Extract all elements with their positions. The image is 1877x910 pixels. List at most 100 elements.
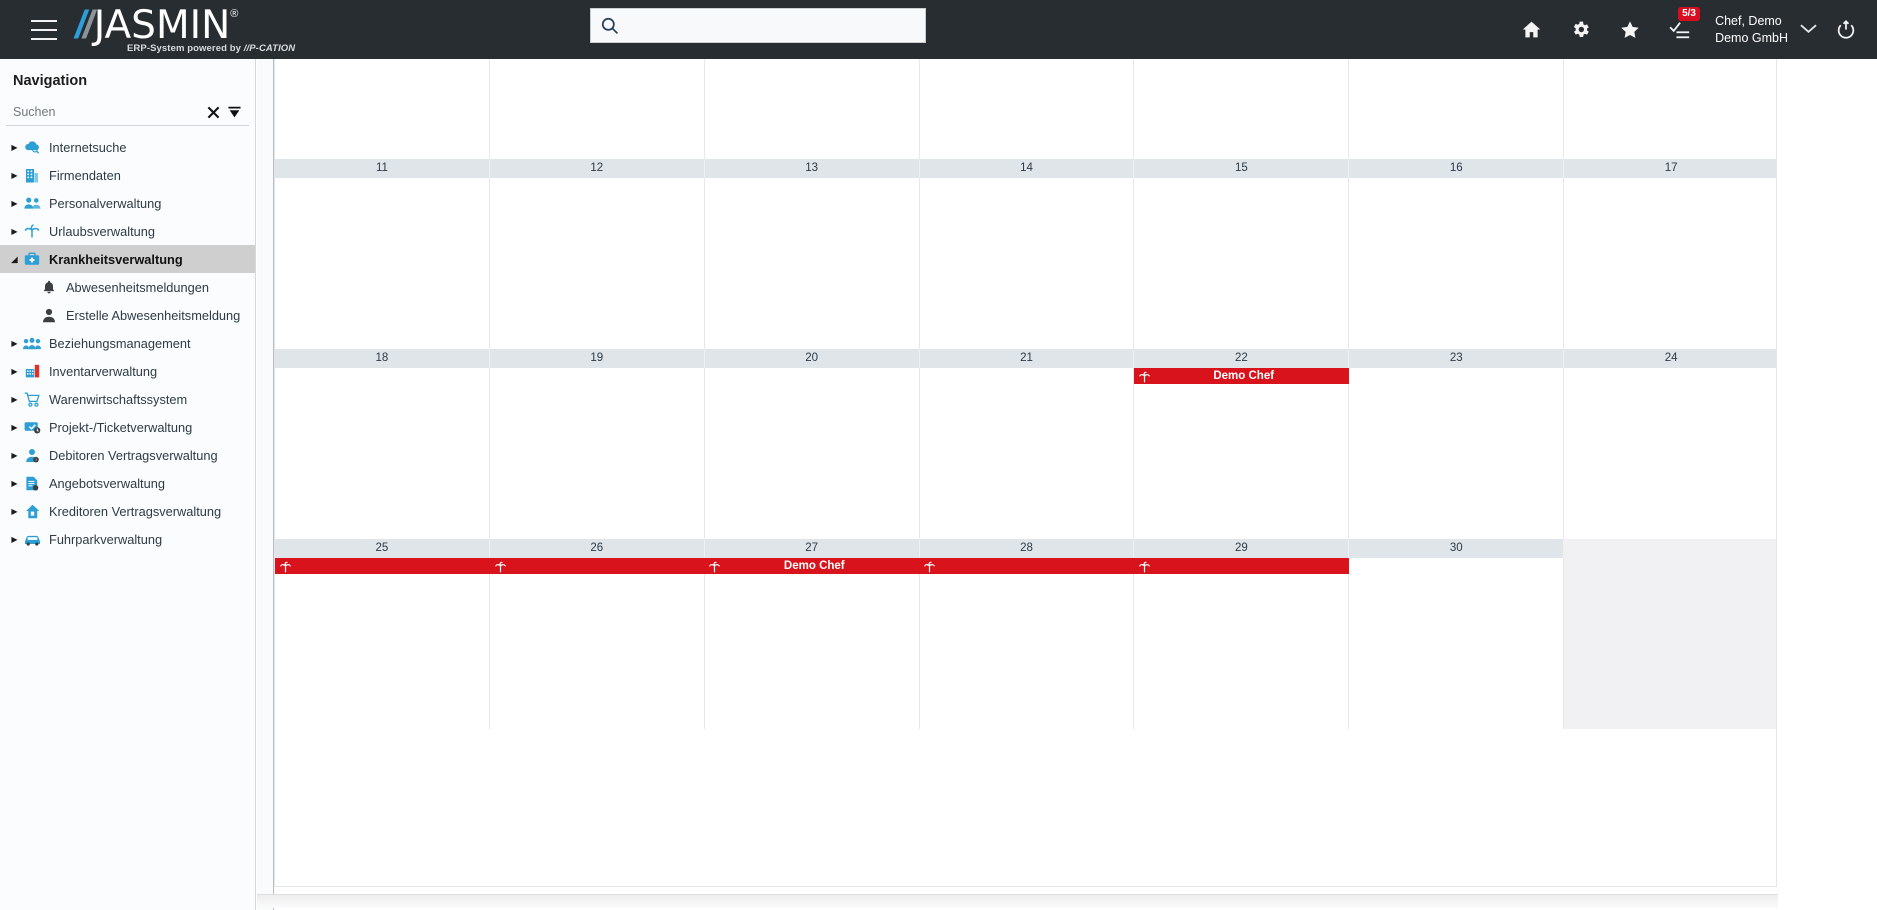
calendar-day-cell[interactable] xyxy=(919,368,1135,539)
calendar-daynumber[interactable]: 28 xyxy=(920,539,1135,558)
hamburger-menu-icon[interactable] xyxy=(31,19,57,40)
hamburger-line xyxy=(31,37,57,40)
home-icon[interactable] xyxy=(1521,19,1542,40)
sidebar-item-debitoren-vertragsverwaltung[interactable]: ▶ i Debitoren Vertragsverwaltung xyxy=(0,441,255,469)
sidebar-item-urlaubsverwaltung[interactable]: ▶ Urlaubsverwaltung xyxy=(0,217,255,245)
calendar-day-cell[interactable] xyxy=(919,558,1135,729)
sidebar-item-personalverwaltung[interactable]: ▶ Personalverwaltung xyxy=(0,189,255,217)
close-x-icon[interactable] xyxy=(207,106,220,119)
calendar-daynumber[interactable]: 25 xyxy=(275,539,490,558)
sidebar-item-firmendaten[interactable]: ▶ Firmendaten xyxy=(0,161,255,189)
calendar-day-cell[interactable] xyxy=(1134,368,1350,539)
calendar-event-bar[interactable]: Demo Chef xyxy=(275,558,1349,574)
calendar-day-cell[interactable] xyxy=(275,59,490,159)
calendar-day-cell[interactable] xyxy=(489,558,705,729)
navigation-search-input[interactable] xyxy=(6,105,207,119)
calendar-daynumber[interactable]: 17 xyxy=(1564,159,1776,178)
calendar-day-cell[interactable] xyxy=(704,368,920,539)
sidebar-item-kreditoren-vertragsverwaltung[interactable]: ▶ Kreditoren Vertragsverwaltung xyxy=(0,497,255,525)
home-contract-icon xyxy=(21,504,43,519)
calendar-month-grid[interactable]: 11 12 13 14 15 16 17 18 19 20 21 22 23 24 Demo Chef 25… xyxy=(274,59,1777,865)
navigation-sidebar: Navigation ▶ xyxy=(0,59,256,910)
expand-arrow-icon[interactable]: ▶ xyxy=(8,227,21,236)
sidebar-item-krankheitsverwaltung[interactable]: ◢ Krankheitsverwaltung xyxy=(0,245,255,273)
expand-arrow-icon[interactable]: ▶ xyxy=(8,479,21,488)
calendar-day-cell[interactable] xyxy=(919,178,1135,349)
global-search-input[interactable] xyxy=(619,9,925,42)
calendar-day-cell[interactable] xyxy=(704,178,920,349)
calendar-day-cell[interactable] xyxy=(1349,368,1565,539)
calendar-day-cell[interactable] xyxy=(1134,178,1350,349)
sidebar-item-beziehungsmanagement[interactable]: ▶ Beziehungsmanagement xyxy=(0,329,255,357)
calendar-daynumber[interactable]: 19 xyxy=(490,349,705,368)
calendar-day-cell[interactable] xyxy=(275,368,490,539)
calendar-daynumber[interactable]: 29 xyxy=(1134,539,1350,558)
star-icon[interactable] xyxy=(1619,19,1641,41)
sidebar-item-angebotsverwaltung[interactable]: ▶ Angebotsverwaltung xyxy=(0,469,255,497)
calendar-daynumber[interactable]: 12 xyxy=(490,159,705,178)
tasks-checklist-icon[interactable]: 5/3 xyxy=(1669,6,1700,40)
calendar-daynumber[interactable]: 30 xyxy=(1349,539,1565,558)
calendar-daynumber[interactable]: 18 xyxy=(275,349,490,368)
calendar-event-bar[interactable]: Demo Chef xyxy=(1133,368,1349,384)
calendar-day-cell[interactable] xyxy=(919,59,1135,159)
user-info-block[interactable]: Chef, Demo Demo GmbH xyxy=(1715,13,1788,47)
expand-arrow-icon[interactable]: ▶ xyxy=(8,143,21,152)
calendar-day-cell[interactable] xyxy=(489,178,705,349)
expand-arrow-icon[interactable]: ▶ xyxy=(8,171,21,180)
sidebar-item-projekt-ticketverwaltung[interactable]: ▶ Projekt-/Ticketverwaltung xyxy=(0,413,255,441)
expand-arrow-icon[interactable]: ▶ xyxy=(8,451,21,460)
expand-arrow-icon[interactable]: ▶ xyxy=(8,199,21,208)
calendar-daynumber[interactable]: 21 xyxy=(920,349,1135,368)
calendar-day-cell[interactable] xyxy=(489,368,705,539)
calendar-daynumber[interactable]: 11 xyxy=(275,159,490,178)
calendar-daynumber[interactable]: 26 xyxy=(490,539,705,558)
calendar-day-cell[interactable] xyxy=(1134,558,1350,729)
calendar-day-cell[interactable] xyxy=(1564,368,1776,539)
global-search-box[interactable] xyxy=(590,8,926,43)
user-contract-icon: i xyxy=(21,448,43,463)
calendar-daynumber[interactable]: 14 xyxy=(920,159,1135,178)
sidebar-item-fuhrparkverwaltung[interactable]: ▶ Fuhrparkverwaltung xyxy=(0,525,255,553)
gear-icon[interactable] xyxy=(1570,19,1591,40)
expand-arrow-icon[interactable]: ▶ xyxy=(8,535,21,544)
calendar-daynumber[interactable]: 23 xyxy=(1349,349,1565,368)
calendar-day-cell[interactable] xyxy=(704,558,920,729)
calendar-day-cell[interactable] xyxy=(1349,59,1565,159)
sidebar-item-erstelle-abwesenheitsmeldung[interactable]: Erstelle Abwesenheitsmeldung xyxy=(0,301,255,329)
calendar-day-cell[interactable] xyxy=(275,178,490,349)
navigation-title: Navigation xyxy=(13,73,88,89)
collapse-arrow-icon[interactable]: ◢ xyxy=(8,255,21,264)
calendar-day-cell[interactable] xyxy=(1349,178,1565,349)
expand-arrow-icon[interactable]: ▶ xyxy=(8,367,21,376)
app-logo[interactable]: / / JASMIN ® ERP-System powered by //P-C… xyxy=(75,6,295,54)
calendar-daynumber[interactable]: 15 xyxy=(1134,159,1350,178)
calendar-day-cell[interactable] xyxy=(1134,59,1350,159)
collapse-all-icon[interactable] xyxy=(228,106,241,119)
power-icon[interactable] xyxy=(1835,19,1857,41)
calendar-daynumber[interactable]: 24 xyxy=(1564,349,1776,368)
expand-arrow-icon[interactable]: ▶ xyxy=(8,423,21,432)
calendar-day-cell[interactable] xyxy=(704,59,920,159)
sidebar-item-internetsuche[interactable]: ▶ Internetsuche xyxy=(0,133,255,161)
logo-tagline: ERP-System powered by //P-CATION xyxy=(127,43,295,54)
calendar-daynumber[interactable]: 13 xyxy=(705,159,920,178)
sidebar-item-warenwirtschaftssystem[interactable]: ▶ Warenwirtschaftssystem xyxy=(0,385,255,413)
expand-arrow-icon[interactable]: ▶ xyxy=(8,339,21,348)
calendar-daynumber[interactable]: 20 xyxy=(705,349,920,368)
expand-arrow-icon[interactable]: ▶ xyxy=(8,395,21,404)
calendar-daynumber[interactable]: 16 xyxy=(1349,159,1565,178)
calendar-day-cell[interactable] xyxy=(1349,558,1565,729)
calendar-day-cell[interactable] xyxy=(1564,178,1776,349)
sidebar-item-label: Urlaubsverwaltung xyxy=(49,223,155,239)
calendar-week-row xyxy=(275,59,1776,159)
calendar-daynumber[interactable]: 27 xyxy=(705,539,920,558)
calendar-daynumber[interactable]: 22 xyxy=(1134,349,1350,368)
calendar-day-cell[interactable] xyxy=(275,558,490,729)
sidebar-item-inventarverwaltung[interactable]: ▶ Inventarverwaltung xyxy=(0,357,255,385)
expand-arrow-icon[interactable]: ▶ xyxy=(8,507,21,516)
calendar-day-cell[interactable] xyxy=(1564,59,1776,159)
calendar-day-cell[interactable] xyxy=(489,59,705,159)
sidebar-item-abwesenheitsmeldungen[interactable]: Abwesenheitsmeldungen xyxy=(0,273,255,301)
chevron-down-icon[interactable] xyxy=(1800,21,1817,39)
